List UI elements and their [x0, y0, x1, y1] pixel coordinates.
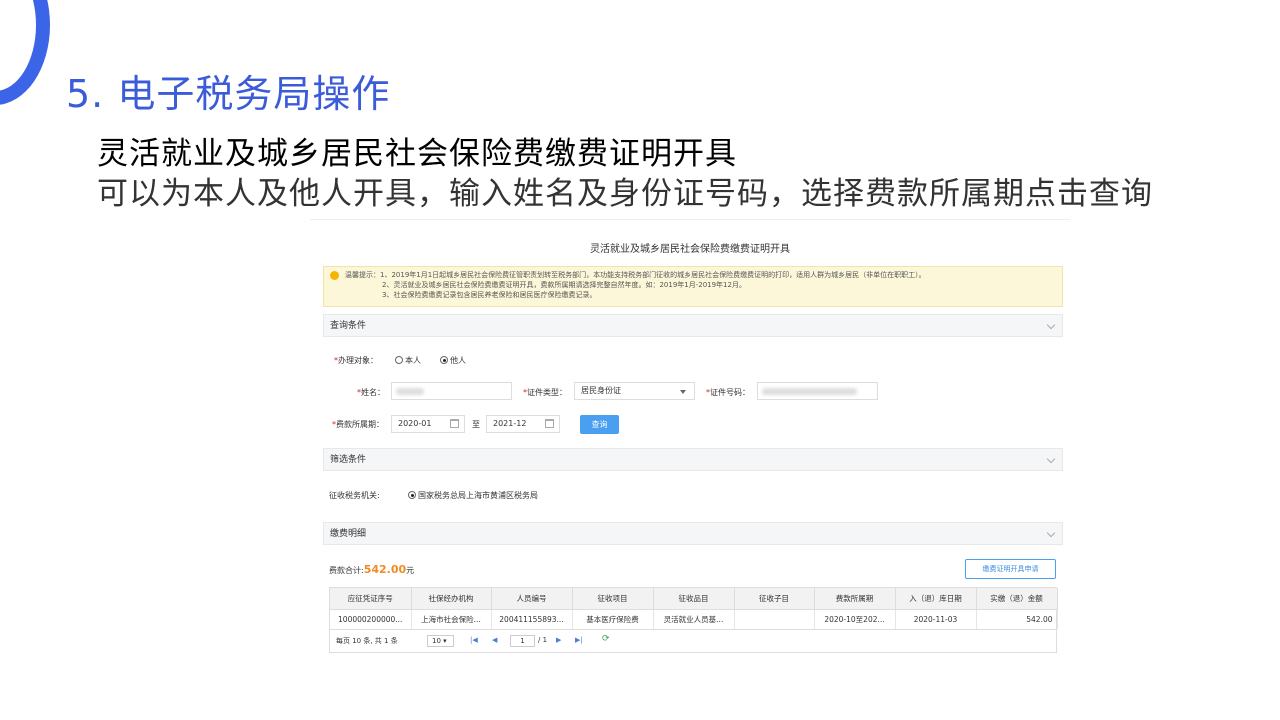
table-cell: 基本医疗保险费: [572, 609, 654, 629]
table-cell: 2020-10至202...: [814, 609, 896, 629]
table-row[interactable]: 100000200000... 上海市社会保险... 200411155893.…: [330, 609, 1058, 629]
table-cell: 灵活就业人员基...: [653, 609, 735, 629]
calendar-icon[interactable]: [450, 419, 459, 428]
radio-checked-icon[interactable]: [408, 491, 416, 499]
column-header[interactable]: 征收项目: [572, 588, 654, 610]
id-no-input[interactable]: [757, 382, 878, 400]
last-page-icon[interactable]: ▶|: [575, 636, 583, 644]
period-start-value: 2020-01: [398, 419, 432, 428]
chevron-down-icon[interactable]: [680, 390, 686, 394]
chevron-down-icon[interactable]: [1046, 320, 1056, 330]
period-label: *费款所属期：: [332, 420, 384, 429]
pager-summary: 每页 10 条, 共 1 条: [336, 637, 398, 645]
column-header[interactable]: 人员编号: [491, 588, 573, 610]
detail-section-title: 缴费明细: [330, 529, 367, 539]
total-unit: 元: [406, 566, 415, 575]
id-type-label: *证件类型：: [523, 388, 567, 397]
slide-description: 可以为本人及他人开具，输入姓名及身份证号码，选择费款所属期点击查询: [97, 176, 1153, 212]
total-value: 542.00: [363, 563, 407, 576]
table-cell: 200411155893...: [491, 609, 573, 629]
column-header[interactable]: 费款所属期: [814, 588, 896, 610]
decorative-arc: [0, 0, 50, 105]
next-page-icon[interactable]: ▶: [556, 636, 561, 644]
radio-self[interactable]: 本人: [395, 355, 421, 366]
notice-line-1: 温馨提示：1、2019年1月1日起城乡居民社会保险费征管职责划转至税务部门，本功…: [345, 271, 926, 279]
pagination: 每页 10 条, 共 1 条 10 ▾ |◀ ◀ 1 / 1 ▶ ▶| ⟳: [330, 629, 1056, 652]
id-no-label: *证件号码：: [706, 388, 750, 397]
slide-title: 5. 电子税务局操作: [66, 72, 391, 116]
name-input[interactable]: [391, 382, 512, 400]
query-button[interactable]: 查询: [580, 415, 619, 434]
filter-section-title: 筛选条件: [330, 455, 367, 465]
notice-line-2: 2、灵活就业及城乡居民社会保险费缴费证明开具，费款所属期请选择完整自然年度。如：…: [382, 281, 746, 289]
radio-checked-icon[interactable]: [440, 356, 448, 364]
period-to-label: 至: [472, 420, 480, 429]
notice-line-3: 3、社会保险费缴费记录包含居民养老保险和居民医疗保险缴费记录。: [382, 291, 597, 299]
chevron-down-icon[interactable]: [1046, 528, 1056, 538]
table-cell: 2020-11-03: [895, 609, 977, 629]
table-cell: 上海市社会保险...: [411, 609, 492, 629]
prev-page-icon[interactable]: ◀: [492, 636, 497, 644]
page-total: / 1: [538, 636, 548, 644]
target-label: *办理对象：: [334, 356, 378, 365]
slide-subtitle: 灵活就业及城乡居民社会保险费缴费证明开具: [97, 136, 737, 172]
table-header-row: 应征凭证序号 社保经办机构 人员编号 征收项目 征收品目 征收子目 费款所属期 …: [330, 588, 1058, 610]
payment-table: 应征凭证序号 社保经办机构 人员编号 征收项目 征收品目 征收子目 费款所属期 …: [329, 587, 1058, 653]
warning-icon: [330, 271, 339, 280]
radio-icon[interactable]: [395, 356, 403, 364]
period-end-input[interactable]: 2021-12: [486, 415, 560, 433]
period-end-value: 2021-12: [493, 419, 527, 428]
column-header[interactable]: 实缴（退）金额: [976, 588, 1058, 610]
calendar-icon[interactable]: [545, 419, 554, 428]
masked-name: [396, 388, 424, 395]
column-header[interactable]: 征收品目: [653, 588, 735, 610]
refresh-icon[interactable]: ⟳: [602, 634, 610, 644]
id-type-value: 居民身份证: [581, 386, 621, 395]
filter-section-header[interactable]: 筛选条件: [323, 448, 1063, 471]
total-amount: 费款合计:542.00元: [329, 563, 414, 576]
notice-box: 温馨提示：1、2019年1月1日起城乡居民社会保险费征管职责划转至税务部门，本功…: [323, 266, 1063, 307]
apply-certificate-button[interactable]: 缴费证明开具申请: [965, 559, 1056, 579]
table-cell: [734, 609, 815, 629]
authority-label: 征收税务机关:: [329, 491, 380, 500]
table-cell: 542.00: [976, 609, 1058, 629]
detail-section-header[interactable]: 缴费明细: [323, 522, 1063, 545]
radio-other[interactable]: 他人: [440, 355, 466, 366]
page-title: 灵活就业及城乡居民社会保险费缴费证明开具: [590, 244, 790, 255]
column-header[interactable]: 社保经办机构: [411, 588, 492, 610]
page-size-select[interactable]: 10 ▾: [427, 635, 454, 647]
chevron-down-icon[interactable]: [1046, 454, 1056, 464]
query-section-header[interactable]: 查询条件: [323, 314, 1063, 337]
column-header[interactable]: 入（退）库日期: [895, 588, 977, 610]
total-label: 费款合计:: [329, 566, 364, 575]
table-cell: 100000200000...: [330, 609, 412, 629]
query-section-title: 查询条件: [330, 321, 367, 331]
masked-id-number: [762, 388, 857, 395]
etax-screenshot: 灵活就业及城乡居民社会保险费缴费证明开具 温馨提示：1、2019年1月1日起城乡…: [310, 219, 1070, 664]
name-label: *姓名：: [357, 388, 385, 397]
first-page-icon[interactable]: |◀: [470, 636, 478, 644]
column-header[interactable]: 应征凭证序号: [330, 588, 412, 610]
id-type-select[interactable]: 居民身份证: [574, 382, 695, 400]
period-start-input[interactable]: 2020-01: [391, 415, 465, 433]
page-input[interactable]: 1: [510, 635, 535, 647]
column-header[interactable]: 征收子目: [734, 588, 815, 610]
authority-radio[interactable]: 国家税务总局上海市黄浦区税务局: [408, 490, 538, 501]
